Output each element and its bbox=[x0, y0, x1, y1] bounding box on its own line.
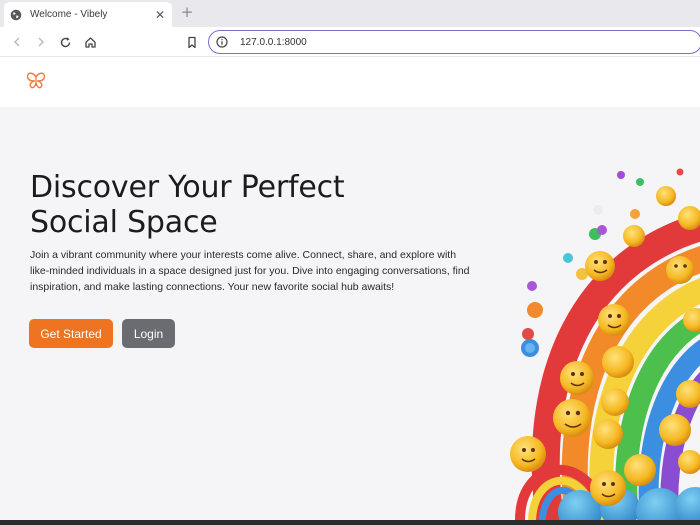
tab-title: Welcome - Vibely bbox=[30, 9, 108, 20]
reload-icon[interactable] bbox=[57, 34, 73, 50]
screen-bottom-edge bbox=[0, 520, 700, 525]
tab-strip: Welcome - Vibely ✕ + bbox=[0, 0, 700, 27]
hero-section: Discover Your Perfect Social Space Join … bbox=[0, 107, 700, 520]
back-arrow-icon[interactable] bbox=[9, 34, 25, 50]
login-button[interactable]: Login bbox=[122, 319, 175, 348]
hero-heading-line2: Social Space bbox=[30, 205, 218, 240]
bookmark-icon[interactable] bbox=[184, 34, 200, 50]
address-bar[interactable]: 127.0.0.1:8000 bbox=[208, 30, 700, 54]
info-icon[interactable] bbox=[216, 36, 228, 48]
site-header bbox=[0, 58, 700, 107]
hero-heading-line1: Discover Your Perfect bbox=[30, 170, 345, 205]
close-icon[interactable]: ✕ bbox=[154, 9, 166, 21]
globe-icon bbox=[10, 9, 22, 21]
browser-toolbar: 127.0.0.1:8000 bbox=[0, 27, 700, 57]
home-icon[interactable] bbox=[82, 34, 98, 50]
browser-tab[interactable]: Welcome - Vibely ✕ bbox=[4, 2, 172, 27]
hero-description: Join a vibrant community where your inte… bbox=[30, 249, 470, 293]
butterfly-icon[interactable] bbox=[25, 70, 47, 92]
forward-arrow-icon[interactable] bbox=[33, 34, 49, 50]
url-text: 127.0.0.1:8000 bbox=[240, 36, 307, 48]
rainbow-emoji-illustration bbox=[490, 162, 700, 520]
hero-heading: Discover Your Perfect Social Space bbox=[30, 170, 430, 240]
browser-window: Welcome - Vibely ✕ + 127.0.0.1:8000 Disc… bbox=[0, 0, 700, 520]
get-started-button[interactable]: Get Started bbox=[29, 319, 113, 348]
plus-icon[interactable]: + bbox=[180, 5, 194, 20]
